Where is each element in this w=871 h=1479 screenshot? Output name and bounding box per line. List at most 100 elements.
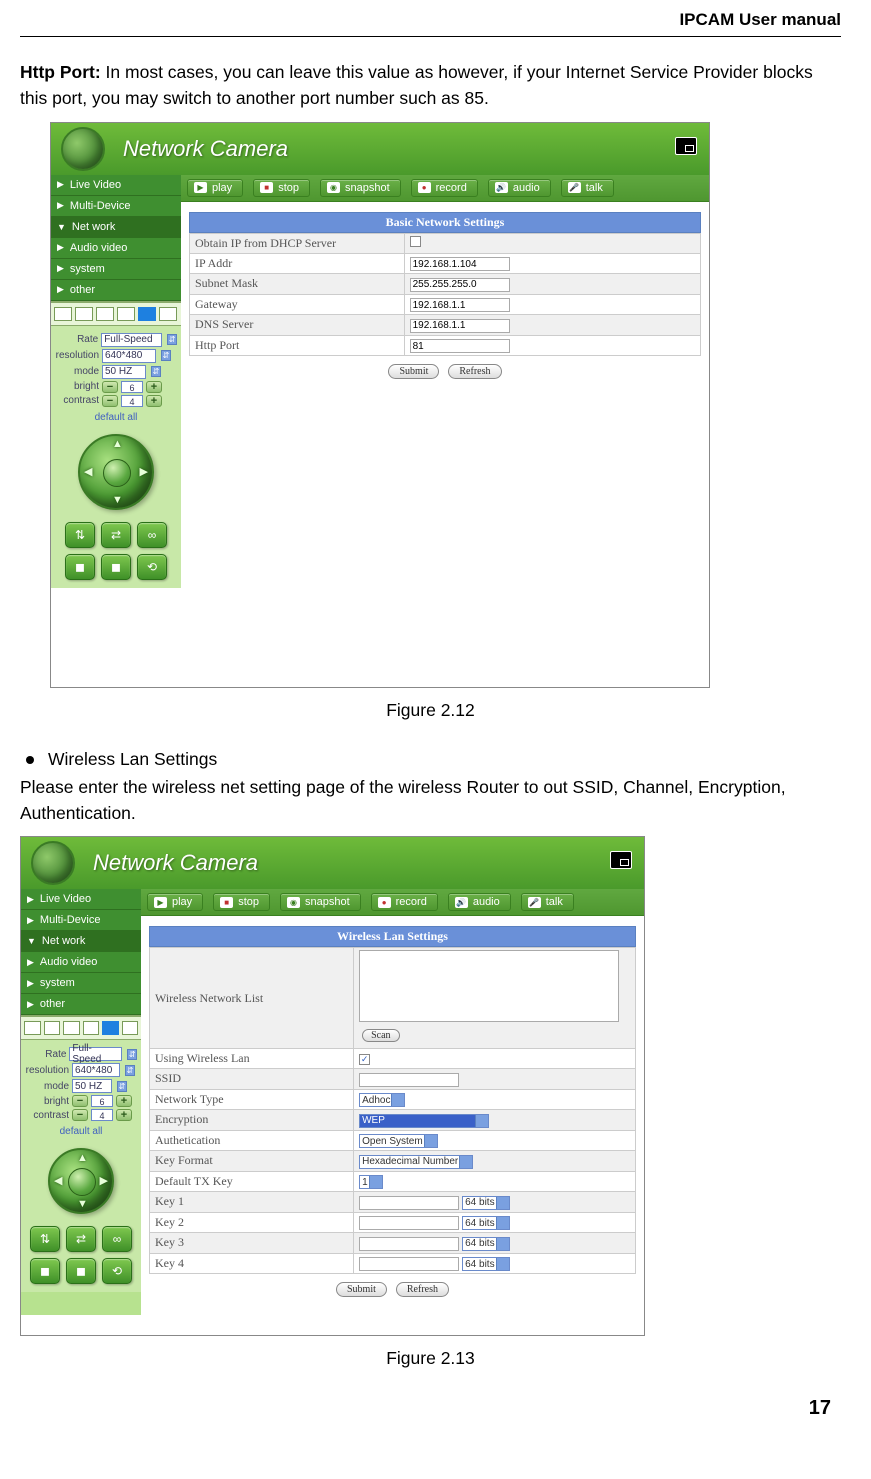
key1-bits-select[interactable]: 64 bits	[462, 1196, 509, 1210]
arrow-left-icon[interactable]: ◀	[84, 465, 92, 478]
toggle-horizontal-button[interactable]: ⇄	[101, 522, 131, 548]
record-button[interactable]: ●record	[411, 179, 478, 197]
layout-1[interactable]	[54, 307, 72, 321]
submit-button[interactable]: Submit	[388, 364, 439, 379]
key2-input[interactable]	[359, 1216, 459, 1230]
rate-select[interactable]: Full-Speed	[101, 333, 162, 347]
nav-other[interactable]: ▶other	[21, 994, 141, 1015]
record-button[interactable]: ●record	[371, 893, 438, 911]
key3-bits-select[interactable]: 64 bits	[462, 1237, 509, 1251]
decrement-button[interactable]: −	[72, 1109, 88, 1121]
arrow-left-icon[interactable]: ◀	[54, 1174, 62, 1187]
increment-button[interactable]: +	[146, 381, 162, 393]
snapshot-button[interactable]: ◉snapshot	[280, 893, 361, 911]
layout-1[interactable]	[24, 1021, 41, 1035]
nav-other[interactable]: ▶other	[51, 280, 181, 301]
default-all-link[interactable]: default all	[25, 1126, 137, 1137]
refresh-button[interactable]: Refresh	[448, 364, 501, 379]
key1-input[interactable]	[359, 1196, 459, 1210]
talk-button[interactable]: 🎤talk	[561, 179, 614, 197]
toggle-horizontal-button[interactable]: ⇄	[66, 1226, 96, 1252]
talk-button[interactable]: 🎤talk	[521, 893, 574, 911]
ip-input[interactable]	[410, 257, 510, 271]
select-arrow-icon[interactable]: ⇵	[167, 334, 177, 345]
nav-audio-video[interactable]: ▶Audio video	[21, 952, 141, 973]
arrow-up-icon[interactable]: ▲	[77, 1152, 88, 1164]
submit-button[interactable]: Submit	[336, 1282, 387, 1297]
wireless-list[interactable]	[359, 950, 619, 1022]
fullscreen-icon[interactable]	[610, 851, 632, 869]
decrement-button[interactable]: −	[102, 381, 118, 393]
default-all-link[interactable]: default all	[55, 412, 177, 423]
stop-button[interactable]: ■stop	[213, 893, 270, 911]
resolution-select[interactable]: 640*480	[72, 1063, 120, 1077]
key2-bits-select[interactable]: 64 bits	[462, 1216, 509, 1230]
auth-select[interactable]: Open System	[359, 1134, 438, 1148]
nav-multi-device[interactable]: ▶Multi-Device	[51, 196, 181, 217]
snapshot-button[interactable]: ◉snapshot	[320, 179, 401, 197]
play-button[interactable]: ▶play	[187, 179, 243, 197]
keyformat-select[interactable]: Hexadecimal Number	[359, 1155, 473, 1169]
increment-button[interactable]: +	[116, 1095, 132, 1107]
mode-select[interactable]: 50 HZ	[102, 365, 146, 379]
stop-h-button[interactable]: ◼	[66, 1258, 96, 1284]
stop-v-button[interactable]: ◼	[30, 1258, 60, 1284]
ptz-joystick[interactable]: ▲ ▼ ◀ ▶	[48, 1148, 114, 1214]
play-button[interactable]: ▶play	[147, 893, 203, 911]
usewlan-checkbox[interactable]	[359, 1054, 370, 1065]
layout-2[interactable]	[44, 1021, 61, 1035]
stop-button[interactable]: ■stop	[253, 179, 310, 197]
increment-button[interactable]: +	[116, 1109, 132, 1121]
reset-button[interactable]: ⟲	[137, 554, 167, 580]
txkey-select[interactable]: 1	[359, 1175, 383, 1189]
layout-4[interactable]	[96, 307, 114, 321]
resolution-select[interactable]: 640*480	[102, 349, 156, 363]
toggle-vertical-button[interactable]: ⇅	[65, 522, 95, 548]
arrow-down-icon[interactable]: ▼	[112, 494, 123, 506]
key4-input[interactable]	[359, 1257, 459, 1271]
scan-button[interactable]: Scan	[362, 1029, 399, 1042]
fullscreen-icon[interactable]	[675, 137, 697, 155]
select-arrow-icon[interactable]: ⇵	[125, 1065, 135, 1076]
arrow-down-icon[interactable]: ▼	[77, 1198, 88, 1210]
select-arrow-icon[interactable]: ⇵	[127, 1049, 137, 1060]
key3-input[interactable]	[359, 1237, 459, 1251]
audio-button[interactable]: 🔊audio	[488, 179, 551, 197]
layout-active[interactable]	[138, 307, 156, 321]
gateway-input[interactable]	[410, 298, 510, 312]
dns-input[interactable]	[410, 319, 510, 333]
layout-2[interactable]	[75, 307, 93, 321]
nav-system[interactable]: ▶system	[51, 259, 181, 280]
select-arrow-icon[interactable]: ⇵	[151, 366, 161, 377]
refresh-button[interactable]: Refresh	[396, 1282, 449, 1297]
nav-audio-video[interactable]: ▶Audio video	[51, 238, 181, 259]
arrow-right-icon[interactable]: ▶	[140, 465, 148, 478]
select-arrow-icon[interactable]: ⇵	[117, 1081, 127, 1092]
stop-v-button[interactable]: ◼	[65, 554, 95, 580]
nav-network[interactable]: ▼Net work	[21, 931, 141, 952]
toggle-vertical-button[interactable]: ⇅	[30, 1226, 60, 1252]
layout-active[interactable]	[102, 1021, 119, 1035]
nav-system[interactable]: ▶system	[21, 973, 141, 994]
mode-select[interactable]: 50 HZ	[72, 1079, 112, 1093]
decrement-button[interactable]: −	[72, 1095, 88, 1107]
dhcp-checkbox[interactable]	[410, 236, 421, 247]
nav-network[interactable]: ▼Net work	[51, 217, 181, 238]
reset-button[interactable]: ⟲	[102, 1258, 132, 1284]
httpport-input[interactable]	[410, 339, 510, 353]
stop-h-button[interactable]: ◼	[101, 554, 131, 580]
key4-bits-select[interactable]: 64 bits	[462, 1257, 509, 1271]
increment-button[interactable]: +	[146, 395, 162, 407]
audio-button[interactable]: 🔊audio	[448, 893, 511, 911]
arrow-right-icon[interactable]: ▶	[100, 1174, 108, 1187]
layout-16[interactable]	[122, 1021, 139, 1035]
nettype-select[interactable]: Adhoc	[359, 1093, 405, 1107]
encryption-select[interactable]: WEP	[359, 1114, 489, 1128]
layout-9[interactable]	[117, 307, 135, 321]
infinity-button[interactable]: ∞	[137, 522, 167, 548]
nav-multi-device[interactable]: ▶Multi-Device	[21, 910, 141, 931]
subnet-input[interactable]	[410, 278, 510, 292]
layout-9[interactable]	[83, 1021, 100, 1035]
arrow-up-icon[interactable]: ▲	[112, 438, 123, 450]
nav-live-video[interactable]: ▶Live Video	[21, 889, 141, 910]
